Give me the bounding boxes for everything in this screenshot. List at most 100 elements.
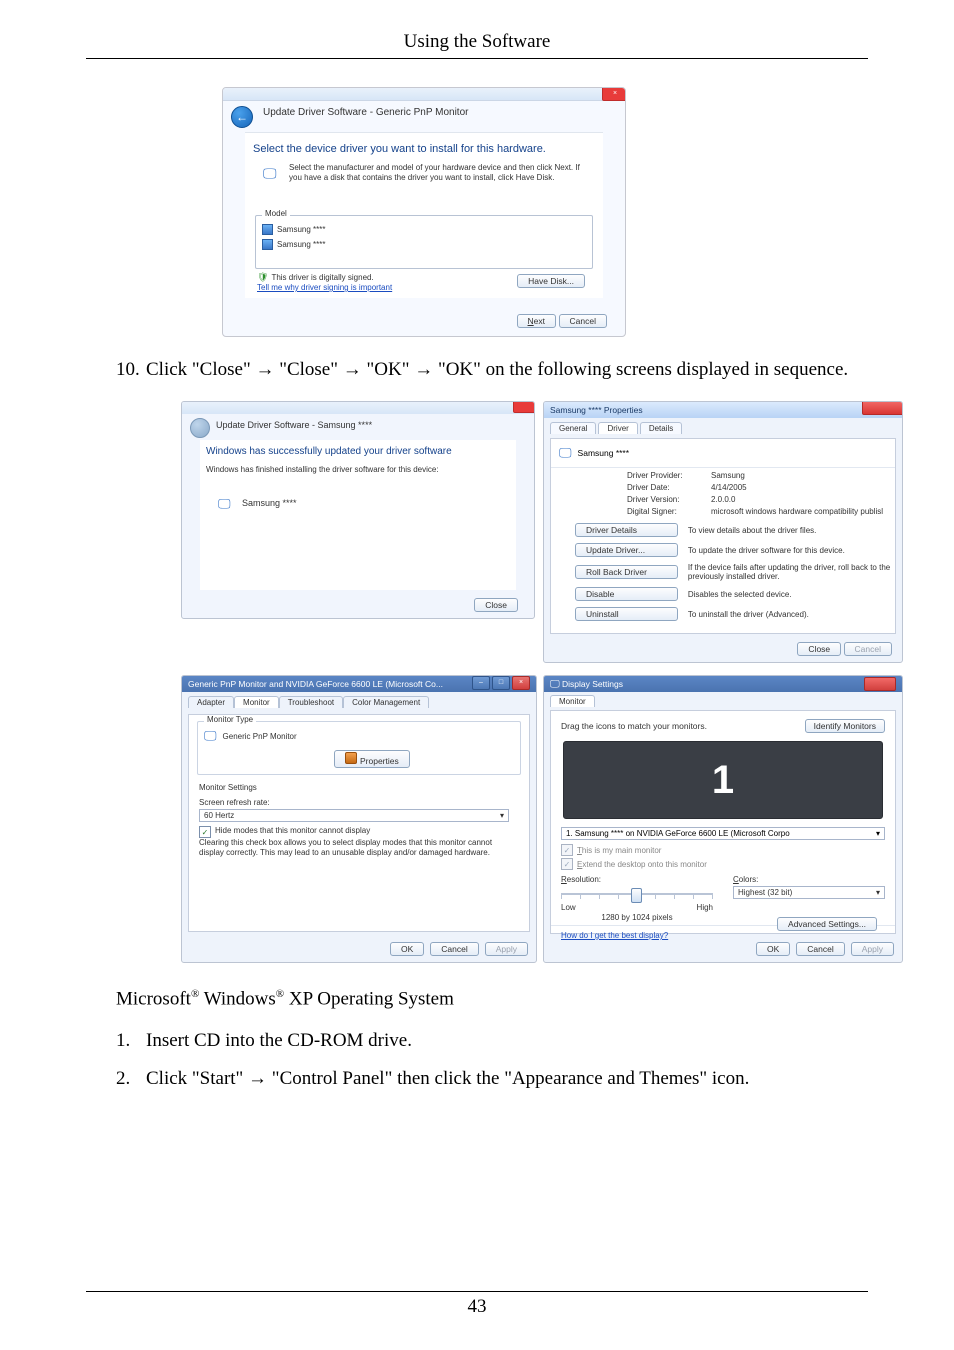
model-label: Model xyxy=(262,209,290,218)
tab-troubleshoot[interactable]: Troubleshoot xyxy=(279,696,343,708)
minimize-icon[interactable]: – xyxy=(472,676,490,690)
titlebar-text: Display Settings xyxy=(562,679,623,689)
monitor-icon: 🖵 xyxy=(204,728,217,744)
tab-adapter[interactable]: Adapter xyxy=(188,696,234,708)
close-icon[interactable] xyxy=(862,401,903,415)
monitor-mini-icon xyxy=(262,239,273,250)
ok-button[interactable]: OK xyxy=(756,942,790,956)
main-monitor-checkbox: ✓ xyxy=(561,844,573,856)
resolution-value: 1280 by 1024 pixels xyxy=(561,912,713,922)
model-list[interactable]: Model Samsung **** Samsung **** xyxy=(255,215,593,269)
monitor-icon: 🖵 xyxy=(550,679,560,690)
apply-button: Apply xyxy=(485,942,528,956)
monitor-icon: 🖵 xyxy=(218,496,231,512)
why-link[interactable]: Tell me why driver signing is important xyxy=(257,283,392,292)
next-button[interactable]: Next xyxy=(517,314,556,328)
close-icon[interactable]: × xyxy=(602,87,626,101)
monitor-preview[interactable]: 1 xyxy=(563,741,883,819)
note-text: Clearing this check box allows you to se… xyxy=(189,838,529,857)
tab-monitor[interactable]: Monitor xyxy=(550,695,595,707)
refresh-label: Screen refresh rate: xyxy=(199,794,519,809)
close-icon[interactable] xyxy=(513,401,535,413)
list-item-label: Samsung **** xyxy=(277,240,325,249)
wizard-body: Select the device driver you want to ins… xyxy=(245,132,603,298)
header-rule xyxy=(86,58,868,59)
refresh-dropdown[interactable]: 60 Hertz▾ xyxy=(199,809,509,822)
shield-icon xyxy=(345,752,357,764)
list-item[interactable]: Samsung **** xyxy=(256,222,592,237)
tab-monitor[interactable]: Monitor xyxy=(234,696,279,708)
titlebar-text: Samsung **** Properties xyxy=(550,405,643,415)
list-item[interactable]: Samsung **** xyxy=(256,237,592,252)
page-title: Using the Software xyxy=(0,31,954,53)
cancel-button[interactable]: Cancel xyxy=(559,314,607,328)
colors-dropdown[interactable]: Highest (32 bit)▾ xyxy=(733,886,885,899)
drag-instruction: Drag the icons to match your monitors. xyxy=(561,721,707,731)
step-number: 10. xyxy=(116,357,146,383)
back-button[interactable]: ← xyxy=(231,106,253,128)
step-1: 1.Insert CD into the CD-ROM drive. xyxy=(116,1030,412,1052)
ok-button[interactable]: OK xyxy=(390,942,424,956)
subtext: Windows has finished installing the driv… xyxy=(200,457,516,474)
monitor-mini-icon xyxy=(262,224,273,235)
tab-color[interactable]: Color Management xyxy=(343,696,429,708)
wizard-heading: Select the device driver you want to ins… xyxy=(245,133,603,155)
driver-wizard-dialog: × ← Update Driver Software - Generic PnP… xyxy=(222,87,626,337)
close-icon[interactable]: × xyxy=(512,676,530,690)
monitor-icon: 🖵 xyxy=(263,165,277,182)
slider-thumb[interactable] xyxy=(631,888,642,903)
back-arrow-icon: ← xyxy=(236,110,248,124)
page-number: 43 xyxy=(0,1296,954,1318)
group-label: Monitor Settings xyxy=(199,781,519,794)
tab-details[interactable]: Details xyxy=(640,422,682,434)
breadcrumb: Update Driver Software - Samsung **** xyxy=(216,420,372,430)
display-settings-dialog: 🖵 Display Settings Monitor Drag the icon… xyxy=(543,675,903,963)
cancel-button[interactable]: Cancel xyxy=(430,942,478,956)
update-success-dialog: Update Driver Software - Samsung **** Wi… xyxy=(181,401,535,619)
back-button xyxy=(190,418,210,438)
signed-text: This driver is digitally signed. xyxy=(271,273,373,282)
properties-button[interactable]: Properties xyxy=(334,750,410,768)
cancel-button: Cancel xyxy=(844,642,892,656)
driver-details-button[interactable]: Driver Details xyxy=(575,523,678,537)
signed-row: 🛡This driver is digitally signed. Tell m… xyxy=(257,272,392,292)
list-item-label: Samsung **** xyxy=(277,225,325,234)
apply-button: Apply xyxy=(851,942,894,956)
close-x: × xyxy=(613,90,617,97)
section-title: Microsoft® Windows® XP Operating System xyxy=(116,988,454,1010)
hide-modes-checkbox[interactable]: ✓ xyxy=(199,826,211,838)
step-text: Click "Close" → "Close" → "OK" → "OK" on… xyxy=(146,359,848,380)
breadcrumb: Update Driver Software - Generic PnP Mon… xyxy=(263,107,468,118)
group-label: Monitor Type xyxy=(204,715,256,724)
uninstall-button[interactable]: Uninstall xyxy=(575,607,678,621)
rollback-button[interactable]: Roll Back Driver xyxy=(575,565,678,579)
update-driver-button[interactable]: Update Driver... xyxy=(575,543,678,557)
resolution-slider[interactable] xyxy=(561,886,713,902)
monitor-select[interactable]: 1. Samsung **** on NVIDIA GeForce 6600 L… xyxy=(561,827,885,840)
chevron-down-icon: ▾ xyxy=(500,811,504,820)
titlebar xyxy=(223,88,625,101)
titlebar-text: Generic PnP Monitor and NVIDIA GeForce 6… xyxy=(188,676,443,692)
wizard-description: Select the manufacturer and model of you… xyxy=(289,163,587,182)
monitor-properties-dialog: Generic PnP Monitor and NVIDIA GeForce 6… xyxy=(181,675,537,963)
chevron-down-icon: ▾ xyxy=(876,888,880,897)
monitor-name: Generic PnP Monitor xyxy=(223,732,297,741)
cancel-button[interactable]: Cancel xyxy=(796,942,844,956)
have-disk-button[interactable]: Have Disk... xyxy=(517,274,585,288)
chevron-down-icon: ▾ xyxy=(876,829,880,838)
identify-monitors-button[interactable]: Identify Monitors xyxy=(805,719,885,733)
close-button[interactable]: Close xyxy=(797,642,841,656)
maximize-icon[interactable]: □ xyxy=(492,676,510,690)
step-10: 10.Click "Close" → "Close" → "OK" → "OK"… xyxy=(116,357,896,383)
disable-button[interactable]: Disable xyxy=(575,587,678,601)
extend-desktop-checkbox: ✓ xyxy=(561,858,573,870)
checkbox-label: Hide modes that this monitor cannot disp… xyxy=(215,826,370,838)
close-icon[interactable] xyxy=(864,677,896,691)
close-button[interactable]: Close xyxy=(474,598,518,612)
tab-general[interactable]: General xyxy=(550,422,596,434)
shield-icon: 🛡 xyxy=(257,272,268,282)
help-link[interactable]: How do I get the best display? xyxy=(561,931,668,940)
device-name: Samsung **** xyxy=(242,498,297,508)
tab-driver[interactable]: Driver xyxy=(598,422,637,434)
monitor-number: 1 xyxy=(712,758,734,803)
